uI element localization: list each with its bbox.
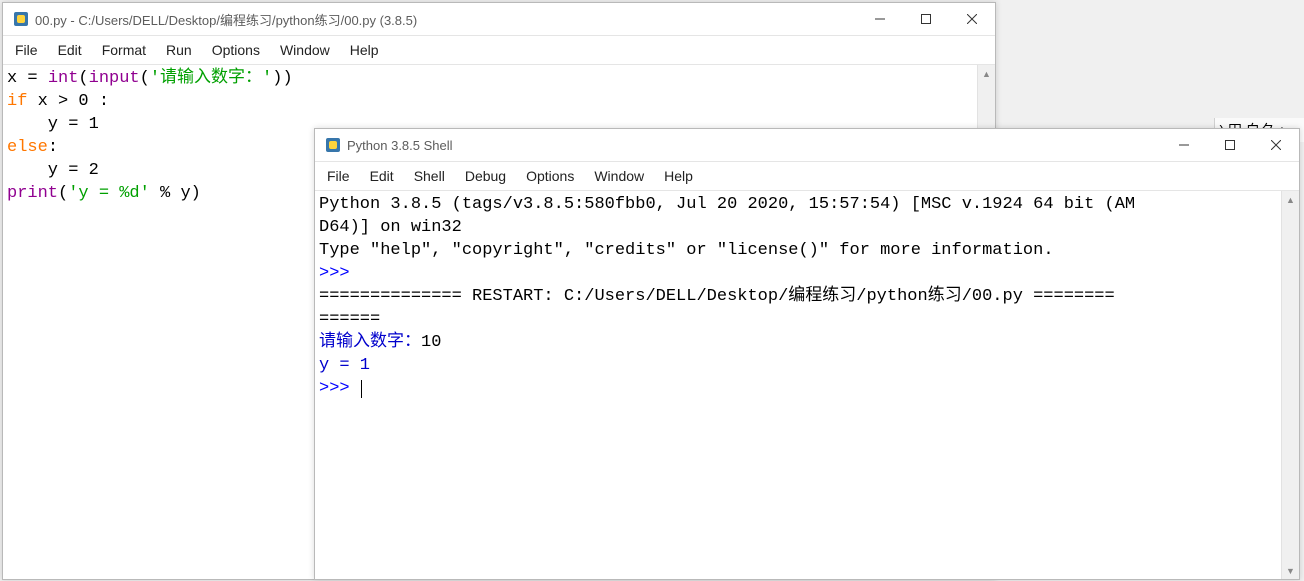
shell-current-prompt[interactable]: >>> (319, 379, 362, 398)
menu-window[interactable]: Window (584, 166, 654, 186)
menu-file[interactable]: File (5, 40, 48, 60)
shell-window-title: Python 3.8.5 Shell (347, 138, 1161, 153)
menu-file[interactable]: File (317, 166, 360, 186)
menu-options[interactable]: Options (516, 166, 584, 186)
menu-help[interactable]: Help (654, 166, 703, 186)
code-line-2: if x > 0 : (7, 92, 109, 111)
shell-output-line: y = 1 (319, 356, 370, 375)
minimize-button[interactable] (1161, 129, 1207, 161)
menu-window[interactable]: Window (270, 40, 340, 60)
shell-window: Python 3.8.5 Shell File Edit Shell Debug… (314, 128, 1300, 580)
minimize-button[interactable] (857, 3, 903, 35)
shell-restart-line2: ====== (319, 310, 380, 329)
shell-prompt: >>> (319, 264, 360, 283)
code-line-1: x = int(input('请输入数字：')) (7, 69, 293, 88)
shell-output-area[interactable]: Python 3.8.5 (tags/v3.8.5:580fbb0, Jul 2… (315, 191, 1281, 579)
shell-banner-line2: D64)] on win32 (319, 218, 462, 237)
scroll-up-icon[interactable]: ▲ (1282, 191, 1299, 208)
text-cursor (361, 380, 362, 398)
menu-edit[interactable]: Edit (48, 40, 92, 60)
menu-help[interactable]: Help (340, 40, 389, 60)
shell-banner-line3: Type "help", "copyright", "credits" or "… (319, 241, 1054, 260)
scroll-up-icon[interactable]: ▲ (978, 65, 995, 82)
menu-run[interactable]: Run (156, 40, 202, 60)
code-line-3: y = 1 (7, 115, 99, 134)
shell-client-area: Python 3.8.5 (tags/v3.8.5:580fbb0, Jul 2… (315, 191, 1299, 579)
code-line-5: y = 2 (7, 161, 99, 180)
editor-window-controls (857, 3, 995, 35)
close-button[interactable] (949, 3, 995, 35)
editor-window-title: 00.py - C:/Users/DELL/Desktop/编程练习/pytho… (35, 10, 857, 29)
menu-options[interactable]: Options (202, 40, 270, 60)
code-line-6: print('y = %d' % y) (7, 184, 201, 203)
menu-shell[interactable]: Shell (404, 166, 455, 186)
editor-titlebar[interactable]: 00.py - C:/Users/DELL/Desktop/编程练习/pytho… (3, 3, 995, 36)
maximize-button[interactable] (903, 3, 949, 35)
menu-debug[interactable]: Debug (455, 166, 516, 186)
code-line-4: else: (7, 138, 58, 157)
shell-window-controls (1161, 129, 1299, 161)
scroll-down-icon[interactable]: ▼ (1282, 562, 1299, 579)
menu-format[interactable]: Format (92, 40, 156, 60)
python-file-icon (13, 11, 29, 27)
shell-menubar: File Edit Shell Debug Options Window Hel… (315, 162, 1299, 191)
shell-restart-line1: ============== RESTART: C:/Users/DELL/De… (319, 287, 1115, 306)
shell-vertical-scrollbar[interactable]: ▲ ▼ (1281, 191, 1299, 579)
shell-input-line: 请输入数字：10 (319, 333, 441, 352)
close-button[interactable] (1253, 129, 1299, 161)
python-shell-icon (325, 137, 341, 153)
shell-titlebar[interactable]: Python 3.8.5 Shell (315, 129, 1299, 162)
maximize-button[interactable] (1207, 129, 1253, 161)
editor-menubar: File Edit Format Run Options Window Help (3, 36, 995, 65)
menu-edit[interactable]: Edit (360, 166, 404, 186)
shell-banner-line1: Python 3.8.5 (tags/v3.8.5:580fbb0, Jul 2… (319, 195, 1135, 214)
